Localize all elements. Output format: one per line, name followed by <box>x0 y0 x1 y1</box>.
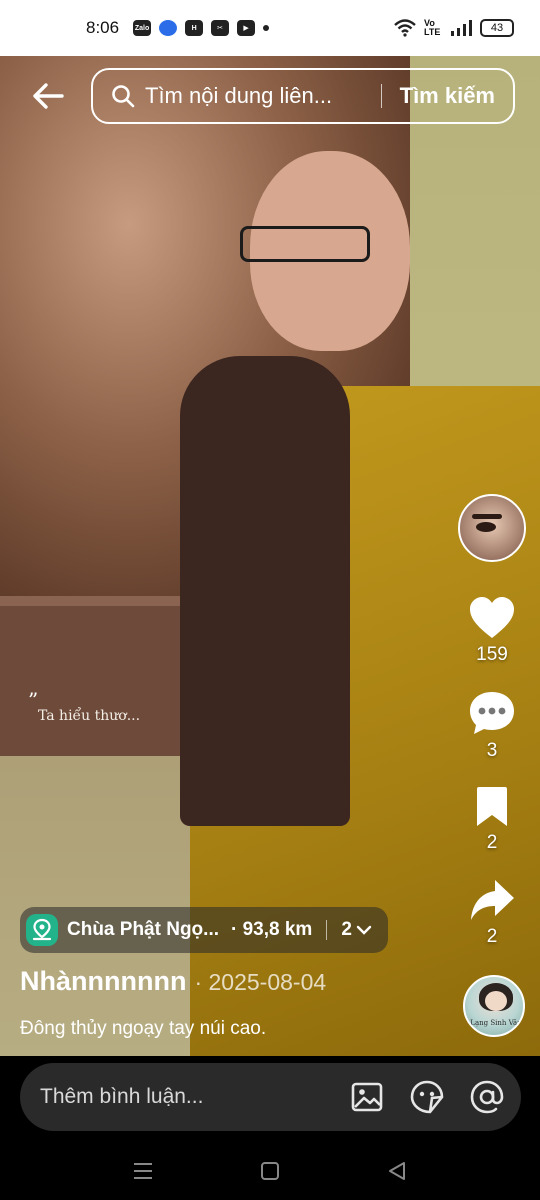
avatar-brow <box>472 514 502 519</box>
overlay-text: Ta hiểu thươ... <box>38 708 141 724</box>
volte-label: Vo LTE <box>424 18 441 37</box>
status-bar: 8:06 Zalo H ✂ ▶ Vo LTE 43 <box>0 0 540 56</box>
post-caption[interactable]: Đông thủy ngoạy tay núi cao. <box>20 1018 266 1040</box>
monk-inner-robe <box>180 356 350 826</box>
bookmark-icon <box>477 787 507 826</box>
author-avatar[interactable] <box>458 494 526 562</box>
comment-bar[interactable]: Thêm bình luận... <box>20 1063 521 1131</box>
image-icon[interactable] <box>349 1079 385 1115</box>
location-chip[interactable]: Chùa Phật Ngọ... · 93,8 km 2 <box>20 907 388 953</box>
capcut-icon: ✂ <box>211 20 230 36</box>
signal-icon <box>451 20 472 36</box>
status-time: 8:06 <box>86 18 120 37</box>
location-distance: · 93,8 km <box>231 919 313 940</box>
video-player[interactable]: ” Ta hiểu thươ... <box>0 56 540 1056</box>
music-avatar-face <box>485 991 507 1011</box>
system-nav-bar <box>0 1142 540 1200</box>
h-app-icon: H <box>185 20 204 36</box>
window-frame <box>0 596 210 756</box>
like-button[interactable]: 159 <box>462 596 522 666</box>
chevron-down-icon <box>356 925 372 935</box>
messenger-icon <box>159 20 178 36</box>
comment-input[interactable]: Thêm bình luận... <box>40 1085 325 1109</box>
like-count: 159 <box>476 644 508 665</box>
comment-icon <box>470 692 514 734</box>
share-icon <box>471 880 514 920</box>
location-pin-icon <box>26 914 58 946</box>
search-icon <box>112 85 135 108</box>
location-count: 2 <box>341 919 352 940</box>
back-triangle-icon[interactable] <box>377 1151 417 1191</box>
back-arrow-icon <box>33 83 64 109</box>
bookmark-count: 2 <box>486 832 498 853</box>
author-name[interactable]: Nhànnnnnnn <box>20 966 186 997</box>
emoji-sticker-icon[interactable] <box>409 1079 445 1115</box>
status-app-icons: Zalo H ✂ ▶ <box>133 20 270 36</box>
battery-icon: 43 <box>480 19 514 37</box>
more-notifications-icon <box>263 25 270 31</box>
back-button[interactable] <box>28 74 68 118</box>
bookmark-button[interactable]: 2 <box>462 786 522 854</box>
glasses <box>240 226 370 262</box>
wifi-icon <box>394 19 416 37</box>
post-date: · 2025-08-04 <box>194 969 327 995</box>
mention-icon[interactable] <box>469 1079 505 1115</box>
location-divider <box>326 920 328 940</box>
search-bar[interactable]: Tìm nội dung liên... Tìm kiếm <box>91 68 515 124</box>
comment-count: 3 <box>486 740 498 761</box>
youtube-icon: ▶ <box>237 20 256 36</box>
comment-button[interactable]: 3 <box>462 690 522 762</box>
heart-icon <box>470 597 514 638</box>
zalo-icon: Zalo <box>133 20 152 36</box>
avatar-eye <box>476 522 496 532</box>
author-line: Nhànnnnnnn · 2025-08-04 <box>20 966 326 997</box>
search-divider <box>380 84 382 108</box>
home-icon[interactable] <box>250 1151 290 1191</box>
share-button[interactable]: 2 <box>462 878 522 948</box>
menu-icon[interactable] <box>123 1151 163 1191</box>
music-label: Lạng Sinh Vân <box>470 1019 522 1027</box>
search-input[interactable]: Tìm nội dung liên... <box>145 83 332 109</box>
status-right: Vo LTE 43 <box>394 19 514 37</box>
music-disc[interactable]: Lạng Sinh Vân <box>463 975 525 1037</box>
location-name: Chùa Phật Ngọ... <box>67 919 219 940</box>
overlay-quote-mark: ” <box>28 688 39 712</box>
share-count: 2 <box>486 926 498 947</box>
search-button[interactable]: Tìm kiếm <box>400 83 495 109</box>
